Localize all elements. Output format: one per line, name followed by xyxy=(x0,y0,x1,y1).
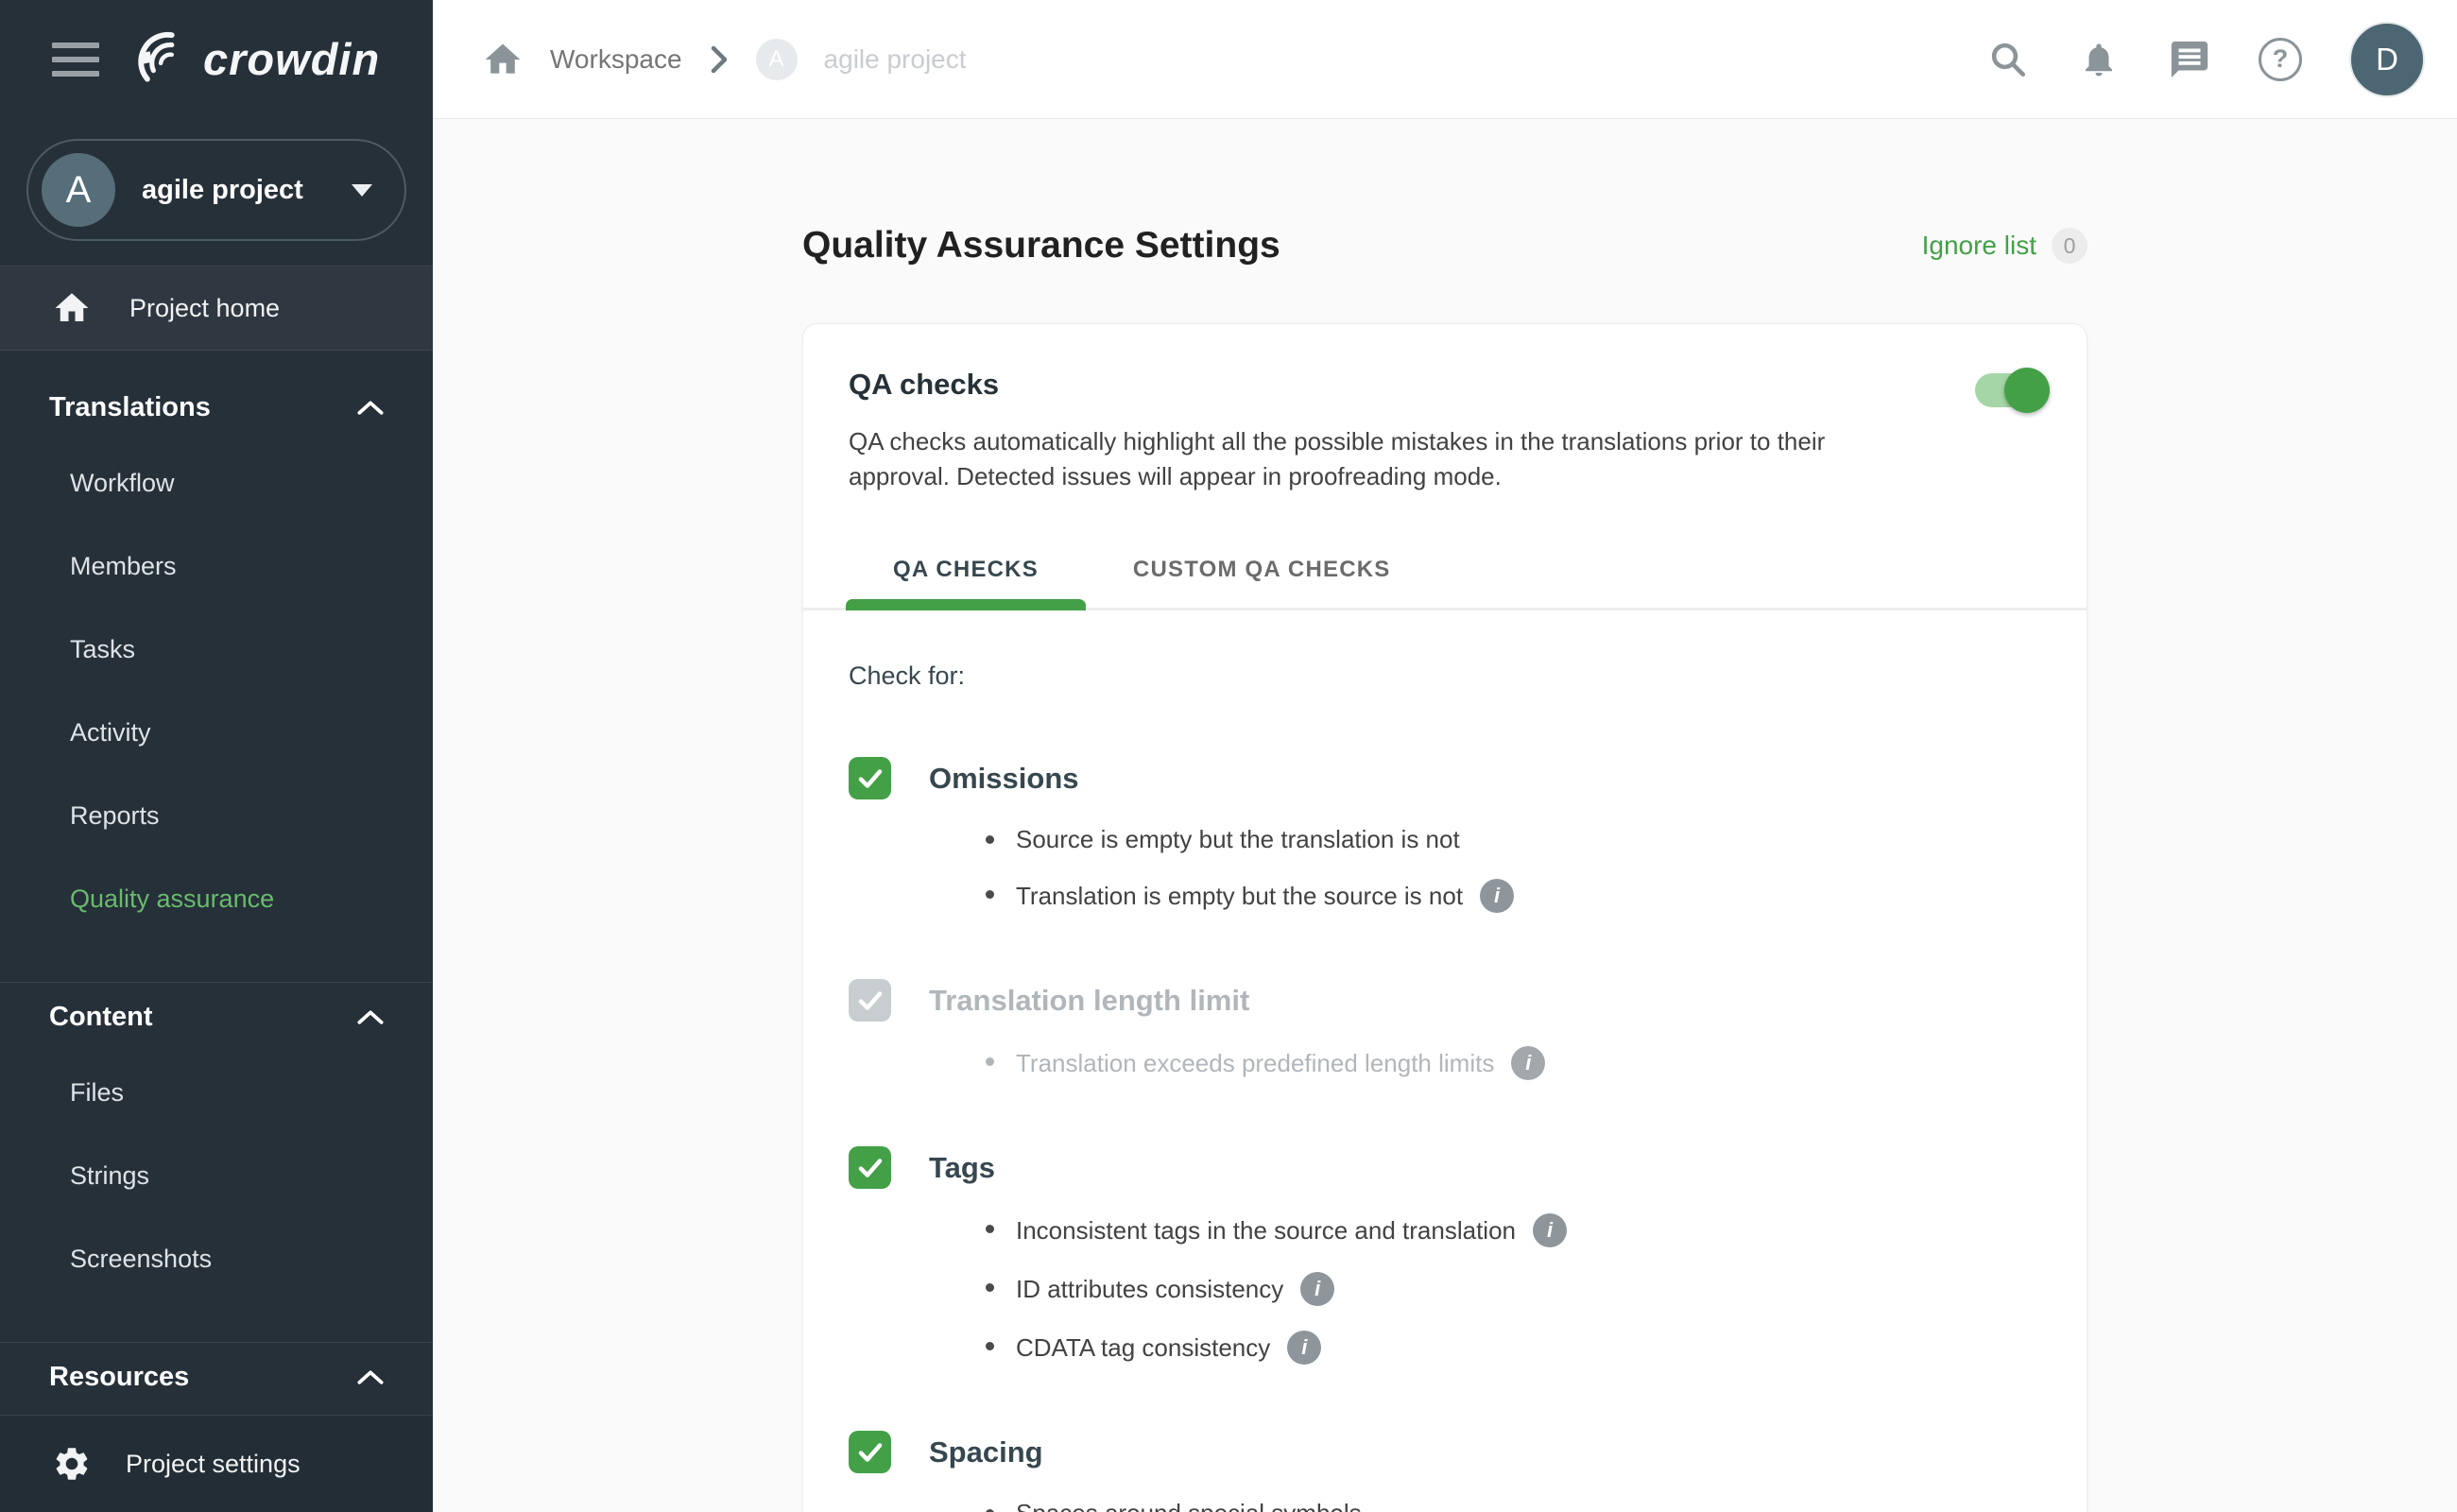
section-title: Spacing xyxy=(929,1435,1043,1469)
check-item: CDATA tag consistencyi xyxy=(976,1331,2041,1365)
qa-checks-heading: QA checks xyxy=(849,368,2041,402)
project-name: agile project xyxy=(142,175,303,206)
check-item: Translation exceeds predefined length li… xyxy=(976,1046,2041,1080)
crowdin-logo[interactable]: crowdin xyxy=(135,30,380,89)
content: Quality Assurance Settings Ignore list 0… xyxy=(433,119,2457,1512)
section-title: Tags xyxy=(929,1151,995,1185)
sidebar-item-project-home[interactable]: Project home xyxy=(0,266,433,351)
main-area: Workspace A agile project xyxy=(433,0,2457,1512)
check-for-label: Check for: xyxy=(849,662,2041,691)
ignore-list-count-badge: 0 xyxy=(2052,228,2088,264)
sidebar-item-members[interactable]: Members xyxy=(0,524,433,608)
sidebar-item-reports[interactable]: Reports xyxy=(0,774,433,857)
sidebar-item-label: Project settings xyxy=(126,1450,301,1479)
qa-section-omissions: Omissions Source is empty but the transl… xyxy=(849,757,2041,913)
bullet-list: Spaces around special symbols Start and … xyxy=(849,1498,2041,1512)
info-icon[interactable]: i xyxy=(1287,1331,1321,1365)
sidebar-item-workflow[interactable]: Workflow xyxy=(0,441,433,524)
sidebar-item-label: Project home xyxy=(129,294,280,323)
home-icon xyxy=(52,288,92,328)
sidebar-section-content[interactable]: Content xyxy=(0,982,433,1051)
card-header: QA checks QA checks automatically highli… xyxy=(803,324,2087,494)
sidebar-logo-row: crowdin xyxy=(0,0,433,118)
sidebar-section-resources[interactable]: Resources xyxy=(0,1342,433,1411)
chevron-up-icon xyxy=(357,399,384,416)
qa-section-tags: Tags Inconsistent tags in the source and… xyxy=(849,1146,2041,1365)
messages-icon[interactable] xyxy=(2168,38,2211,81)
help-icon[interactable]: ? xyxy=(2259,38,2302,81)
section-label: Translations xyxy=(49,392,211,423)
gear-icon xyxy=(52,1444,92,1484)
sidebar-item-strings[interactable]: Strings xyxy=(0,1134,433,1217)
project-avatar: A xyxy=(42,153,115,227)
check-item: Source is empty but the translation is n… xyxy=(976,824,2041,854)
checkbox-translation-length-limit[interactable] xyxy=(849,979,891,1022)
check-item: ID attributes consistencyi xyxy=(976,1272,2041,1306)
sidebar-nav: Translations Workflow Members Tasks Acti… xyxy=(0,351,433,1415)
chevron-right-icon xyxy=(709,45,730,74)
topbar: Workspace A agile project xyxy=(433,0,2457,119)
sidebar-section-translations[interactable]: Translations xyxy=(0,373,433,441)
chevron-up-icon xyxy=(357,1008,384,1025)
home-icon[interactable] xyxy=(482,39,524,80)
breadcrumb-project-avatar: A xyxy=(756,39,798,80)
check-item: Spaces around special symbols xyxy=(976,1498,2041,1512)
tab-custom-qa-checks[interactable]: CUSTOM QA CHECKS xyxy=(1086,528,1438,608)
tabs: QA CHECKS CUSTOM QA CHECKS xyxy=(803,528,2087,610)
topbar-icons: ? D xyxy=(1986,22,2425,97)
sidebar-item-files[interactable]: Files xyxy=(0,1051,433,1134)
sidebar-item-project-settings[interactable]: Project settings xyxy=(0,1415,433,1512)
sidebar-item-activity[interactable]: Activity xyxy=(0,691,433,774)
crowdin-wordmark: crowdin xyxy=(203,33,380,85)
qa-section-translation-length-limit: Translation length limit Translation exc… xyxy=(849,979,2041,1080)
bullet-list: Source is empty but the translation is n… xyxy=(849,824,2041,913)
crowdin-logo-icon xyxy=(135,30,194,89)
search-icon[interactable] xyxy=(1986,38,2030,81)
breadcrumb-workspace[interactable]: Workspace xyxy=(550,44,682,75)
breadcrumb-project[interactable]: agile project xyxy=(824,44,967,75)
checkbox-omissions[interactable] xyxy=(849,757,891,799)
sidebar: crowdin A agile project Project home Tra… xyxy=(0,0,433,1512)
checkbox-tags[interactable] xyxy=(849,1146,891,1189)
ignore-list-label: Ignore list xyxy=(1922,231,2036,261)
sidebar-item-tasks[interactable]: Tasks xyxy=(0,608,433,691)
qa-section-spacing: Spacing Spaces around special symbols St… xyxy=(849,1431,2041,1512)
ignore-list-link[interactable]: Ignore list 0 xyxy=(1922,228,2088,264)
page-title: Quality Assurance Settings xyxy=(802,225,1280,266)
chevron-up-icon xyxy=(357,1368,384,1385)
bullet-list: Inconsistent tags in the source and tran… xyxy=(849,1213,2041,1365)
info-icon[interactable]: i xyxy=(1511,1046,1545,1080)
section-label: Content xyxy=(49,1002,153,1033)
checkbox-spacing[interactable] xyxy=(849,1431,891,1473)
tab-qa-checks[interactable]: QA CHECKS xyxy=(846,528,1086,608)
card-body: Check for: Omissions Source is empty but… xyxy=(803,610,2087,1512)
info-icon[interactable]: i xyxy=(1533,1213,1567,1247)
info-icon[interactable]: i xyxy=(1480,879,1514,913)
section-label: Resources xyxy=(49,1362,189,1393)
section-title: Omissions xyxy=(929,762,1079,796)
app-window: crowdin A agile project Project home Tra… xyxy=(0,0,2457,1512)
chevron-down-icon xyxy=(352,184,372,197)
hamburger-menu-icon[interactable] xyxy=(52,43,99,77)
sidebar-item-quality-assurance[interactable]: Quality assurance xyxy=(0,857,433,940)
qa-checks-toggle[interactable] xyxy=(1975,373,2047,407)
breadcrumb: Workspace A agile project xyxy=(482,39,967,80)
qa-checks-description: QA checks automatically highlight all th… xyxy=(849,424,1898,494)
notifications-bell-icon[interactable] xyxy=(2077,38,2121,81)
project-selector[interactable]: A agile project xyxy=(26,139,406,241)
bullet-list: Translation exceeds predefined length li… xyxy=(849,1046,2041,1080)
check-item: Inconsistent tags in the source and tran… xyxy=(976,1213,2041,1247)
title-row: Quality Assurance Settings Ignore list 0 xyxy=(802,200,2088,291)
check-item: Translation is empty but the source is n… xyxy=(976,879,2041,913)
section-title: Translation length limit xyxy=(929,984,1249,1018)
qa-checks-card: QA checks QA checks automatically highli… xyxy=(802,323,2088,1512)
user-avatar[interactable]: D xyxy=(2349,22,2425,97)
project-selector-wrap: A agile project xyxy=(0,118,433,266)
info-icon[interactable]: i xyxy=(1300,1272,1334,1306)
toggle-thumb xyxy=(2004,368,2050,413)
sidebar-item-screenshots[interactable]: Screenshots xyxy=(0,1217,433,1300)
